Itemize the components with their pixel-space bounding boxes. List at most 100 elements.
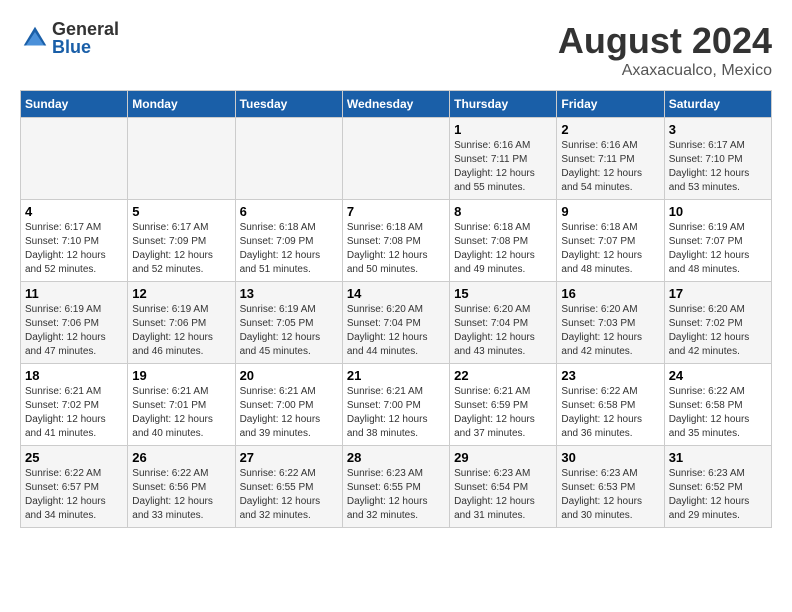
week-row-5: 25 Sunrise: 6:22 AM Sunset: 6:57 PM Dayli… (21, 446, 772, 528)
calendar-cell: 11Sunrise: 6:19 AM Sunset: 7:06 PM Dayli… (21, 282, 128, 364)
day-detail: Sunrise: 6:20 AM Sunset: 7:04 PM Dayligh… (347, 303, 445, 359)
calendar-cell: 21 Sunrise: 6:21 AM Sunset: 7:00 PM Dayli… (342, 364, 449, 446)
day-number: 28 (347, 450, 445, 465)
day-detail: Sunrise: 6:16 AM Sunset: 7:11 PM Dayligh… (454, 139, 552, 195)
calendar-cell: 5 Sunrise: 6:17 AM Sunset: 7:09 PM Daylig… (128, 200, 235, 282)
calendar-body: 1 Sunrise: 6:16 AM Sunset: 7:11 PM Daylig… (21, 118, 772, 528)
day-number: 1 (454, 122, 552, 137)
calendar-cell (235, 118, 342, 200)
day-number: 29 (454, 450, 552, 465)
week-row-1: 1 Sunrise: 6:16 AM Sunset: 7:11 PM Daylig… (21, 118, 772, 200)
day-number: 21 (347, 368, 445, 383)
month-title: August 2024 (558, 20, 772, 62)
calendar-cell: 12 Sunrise: 6:19 AM Sunset: 7:06 PM Dayli… (128, 282, 235, 364)
header-row: SundayMondayTuesdayWednesdayThursdayFrid… (21, 91, 772, 118)
calendar-cell: 16 Sunrise: 6:20 AM Sunset: 7:03 PM Dayli… (557, 282, 664, 364)
day-number: 14 (347, 286, 445, 301)
calendar-cell: 18Sunrise: 6:21 AM Sunset: 7:02 PM Dayli… (21, 364, 128, 446)
day-number: 31 (669, 450, 767, 465)
logo-blue: Blue (52, 38, 119, 56)
header-saturday: Saturday (664, 91, 771, 118)
day-detail: Sunrise: 6:22 AM Sunset: 6:55 PM Dayligh… (240, 467, 338, 523)
day-detail: Sunrise: 6:21 AM Sunset: 7:00 PM Dayligh… (240, 385, 338, 441)
logo-general: General (52, 20, 119, 38)
day-detail: Sunrise: 6:22 AM Sunset: 6:56 PM Dayligh… (132, 467, 230, 523)
day-detail: Sunrise: 6:23 AM Sunset: 6:53 PM Dayligh… (561, 467, 659, 523)
week-row-4: 18Sunrise: 6:21 AM Sunset: 7:02 PM Dayli… (21, 364, 772, 446)
header-tuesday: Tuesday (235, 91, 342, 118)
day-detail: Sunrise: 6:20 AM Sunset: 7:02 PM Dayligh… (669, 303, 767, 359)
day-detail: Sunrise: 6:21 AM Sunset: 7:00 PM Dayligh… (347, 385, 445, 441)
calendar-cell: 17 Sunrise: 6:20 AM Sunset: 7:02 PM Dayli… (664, 282, 771, 364)
calendar-cell: 8Sunrise: 6:18 AM Sunset: 7:08 PM Daylig… (450, 200, 557, 282)
day-number: 7 (347, 204, 445, 219)
calendar-cell: 20 Sunrise: 6:21 AM Sunset: 7:00 PM Dayli… (235, 364, 342, 446)
calendar-cell: 30 Sunrise: 6:23 AM Sunset: 6:53 PM Dayli… (557, 446, 664, 528)
day-number: 2 (561, 122, 659, 137)
calendar-cell: 9Sunrise: 6:18 AM Sunset: 7:07 PM Daylig… (557, 200, 664, 282)
day-number: 17 (669, 286, 767, 301)
calendar-cell: 29 Sunrise: 6:23 AM Sunset: 6:54 PM Dayli… (450, 446, 557, 528)
calendar-cell: 26 Sunrise: 6:22 AM Sunset: 6:56 PM Dayli… (128, 446, 235, 528)
header-wednesday: Wednesday (342, 91, 449, 118)
day-detail: Sunrise: 6:22 AM Sunset: 6:58 PM Dayligh… (561, 385, 659, 441)
calendar-cell: 13 Sunrise: 6:19 AM Sunset: 7:05 PM Dayli… (235, 282, 342, 364)
day-number: 15 (454, 286, 552, 301)
day-number: 25 (25, 450, 123, 465)
day-number: 27 (240, 450, 338, 465)
calendar-cell: 19 Sunrise: 6:21 AM Sunset: 7:01 PM Dayli… (128, 364, 235, 446)
day-detail: Sunrise: 6:22 AM Sunset: 6:57 PM Dayligh… (25, 467, 123, 523)
day-detail: Sunrise: 6:18 AM Sunset: 7:08 PM Dayligh… (347, 221, 445, 277)
day-number: 30 (561, 450, 659, 465)
day-number: 16 (561, 286, 659, 301)
day-detail: Sunrise: 6:19 AM Sunset: 7:06 PM Dayligh… (25, 303, 123, 359)
calendar-table: SundayMondayTuesdayWednesdayThursdayFrid… (20, 90, 772, 528)
day-detail: Sunrise: 6:18 AM Sunset: 7:07 PM Dayligh… (561, 221, 659, 277)
day-detail: Sunrise: 6:19 AM Sunset: 7:05 PM Dayligh… (240, 303, 338, 359)
day-detail: Sunrise: 6:19 AM Sunset: 7:06 PM Dayligh… (132, 303, 230, 359)
day-number: 5 (132, 204, 230, 219)
header-monday: Monday (128, 91, 235, 118)
day-number: 22 (454, 368, 552, 383)
day-detail: Sunrise: 6:22 AM Sunset: 6:58 PM Dayligh… (669, 385, 767, 441)
calendar-cell: 28Sunrise: 6:23 AM Sunset: 6:55 PM Dayli… (342, 446, 449, 528)
day-detail: Sunrise: 6:21 AM Sunset: 7:02 PM Dayligh… (25, 385, 123, 441)
calendar-cell: 6 Sunrise: 6:18 AM Sunset: 7:09 PM Daylig… (235, 200, 342, 282)
day-detail: Sunrise: 6:20 AM Sunset: 7:04 PM Dayligh… (454, 303, 552, 359)
calendar-cell: 31 Sunrise: 6:23 AM Sunset: 6:52 PM Dayli… (664, 446, 771, 528)
day-number: 26 (132, 450, 230, 465)
calendar-cell: 14 Sunrise: 6:20 AM Sunset: 7:04 PM Dayli… (342, 282, 449, 364)
calendar-cell: 15 Sunrise: 6:20 AM Sunset: 7:04 PM Dayli… (450, 282, 557, 364)
calendar-cell: 27 Sunrise: 6:22 AM Sunset: 6:55 PM Dayli… (235, 446, 342, 528)
day-detail: Sunrise: 6:18 AM Sunset: 7:09 PM Dayligh… (240, 221, 338, 277)
calendar-cell (128, 118, 235, 200)
week-row-2: 4Sunrise: 6:17 AM Sunset: 7:10 PM Daylig… (21, 200, 772, 282)
day-number: 13 (240, 286, 338, 301)
day-detail: Sunrise: 6:19 AM Sunset: 7:07 PM Dayligh… (669, 221, 767, 277)
day-detail: Sunrise: 6:17 AM Sunset: 7:10 PM Dayligh… (669, 139, 767, 195)
logo-text: General Blue (52, 20, 119, 56)
day-detail: Sunrise: 6:20 AM Sunset: 7:03 PM Dayligh… (561, 303, 659, 359)
day-detail: Sunrise: 6:23 AM Sunset: 6:54 PM Dayligh… (454, 467, 552, 523)
day-number: 19 (132, 368, 230, 383)
day-detail: Sunrise: 6:21 AM Sunset: 7:01 PM Dayligh… (132, 385, 230, 441)
calendar-cell: 24Sunrise: 6:22 AM Sunset: 6:58 PM Dayli… (664, 364, 771, 446)
calendar-cell: 3Sunrise: 6:17 AM Sunset: 7:10 PM Daylig… (664, 118, 771, 200)
page-header: General Blue August 2024 Axaxacualco, Me… (20, 20, 772, 80)
calendar-cell: 10Sunrise: 6:19 AM Sunset: 7:07 PM Dayli… (664, 200, 771, 282)
logo-icon (20, 23, 50, 53)
calendar-header: SundayMondayTuesdayWednesdayThursdayFrid… (21, 91, 772, 118)
day-number: 6 (240, 204, 338, 219)
day-detail: Sunrise: 6:23 AM Sunset: 6:52 PM Dayligh… (669, 467, 767, 523)
calendar-cell (342, 118, 449, 200)
day-detail: Sunrise: 6:17 AM Sunset: 7:09 PM Dayligh… (132, 221, 230, 277)
day-detail: Sunrise: 6:17 AM Sunset: 7:10 PM Dayligh… (25, 221, 123, 277)
header-friday: Friday (557, 91, 664, 118)
calendar-cell: 7 Sunrise: 6:18 AM Sunset: 7:08 PM Daylig… (342, 200, 449, 282)
day-detail: Sunrise: 6:16 AM Sunset: 7:11 PM Dayligh… (561, 139, 659, 195)
title-block: August 2024 Axaxacualco, Mexico (558, 20, 772, 80)
day-number: 8 (454, 204, 552, 219)
week-row-3: 11Sunrise: 6:19 AM Sunset: 7:06 PM Dayli… (21, 282, 772, 364)
day-number: 20 (240, 368, 338, 383)
day-number: 12 (132, 286, 230, 301)
